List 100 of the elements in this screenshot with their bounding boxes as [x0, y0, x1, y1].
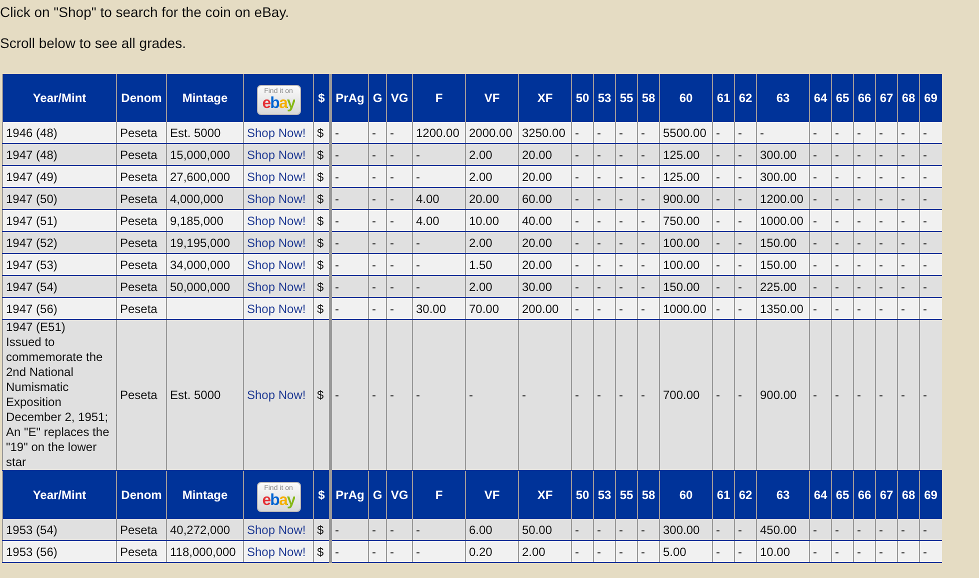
table-cell: - — [854, 144, 876, 166]
table-cell: - — [876, 540, 898, 562]
table-cell: - — [898, 232, 920, 254]
table-cell: - — [832, 298, 854, 320]
table-cell: - — [594, 166, 616, 188]
table-cell: - — [616, 232, 638, 254]
column-header: PrAg — [330, 74, 368, 122]
table-cell: 1947 (48) — [2, 144, 116, 166]
table-cell: 225.00 — [756, 276, 810, 298]
table-cell: - — [330, 122, 368, 144]
column-header: 66 — [854, 470, 876, 519]
table-cell: - — [616, 540, 638, 562]
column-header: XF — [518, 470, 572, 519]
table-cell: - — [594, 122, 616, 144]
shop-link[interactable]: Shop Now! — [247, 388, 306, 402]
table-cell: 1947 (53) — [2, 254, 116, 276]
table-cell: - — [920, 232, 942, 254]
table-cell: - — [594, 232, 616, 254]
table-cell: - — [876, 254, 898, 276]
table-cell: 100.00 — [660, 254, 712, 276]
table-cell: - — [920, 519, 942, 540]
table-cell: $ — [314, 144, 330, 166]
table-cell: - — [330, 232, 368, 254]
table-cell: - — [898, 540, 920, 562]
table-cell: - — [594, 540, 616, 562]
table-cell: - — [572, 232, 594, 254]
column-header: Year/Mint — [2, 470, 116, 519]
table-cell: - — [734, 144, 756, 166]
table-cell: - — [734, 232, 756, 254]
column-header: 69 — [920, 74, 942, 122]
table-cell: - — [594, 320, 616, 470]
column-header: 63 — [756, 470, 810, 519]
column-header: $ — [314, 470, 330, 519]
table-cell: - — [572, 276, 594, 298]
table-cell: - — [832, 519, 854, 540]
column-header: 53 — [594, 470, 616, 519]
table-cell: - — [898, 210, 920, 232]
column-header: Mintage — [166, 74, 244, 122]
table-cell: Est. 5000 — [166, 320, 244, 470]
table-cell: - — [920, 540, 942, 562]
table-cell: 2000.00 — [466, 122, 518, 144]
table-cell: - — [810, 188, 832, 210]
table-cell: - — [876, 122, 898, 144]
column-header: 60 — [660, 74, 712, 122]
table-cell: - — [594, 298, 616, 320]
table-cell: - — [920, 166, 942, 188]
table-cell: - — [368, 254, 386, 276]
table-cell: 5500.00 — [660, 122, 712, 144]
table-cell: Peseta — [116, 276, 166, 298]
table-cell: $ — [314, 540, 330, 562]
table-cell: 125.00 — [660, 166, 712, 188]
table-cell: Peseta — [116, 166, 166, 188]
table-cell: - — [810, 320, 832, 470]
table-cell: - — [832, 166, 854, 188]
table-cell: - — [572, 210, 594, 232]
column-header: 63 — [756, 74, 810, 122]
table-cell: - — [876, 210, 898, 232]
table-cell: - — [898, 188, 920, 210]
table-cell: - — [832, 320, 854, 470]
column-header: G — [368, 74, 386, 122]
table-cell: - — [386, 122, 412, 144]
table-cell: 50,000,000 — [166, 276, 244, 298]
table-cell: 27,600,000 — [166, 166, 244, 188]
table-cell: - — [876, 188, 898, 210]
table-cell: Peseta — [116, 144, 166, 166]
table-cell: 1947 (56) — [2, 298, 116, 320]
table-cell: 20.00 — [518, 232, 572, 254]
table-cell: - — [572, 254, 594, 276]
column-header: 60 — [660, 470, 712, 519]
table-cell: 1953 (56) — [2, 540, 116, 562]
table-cell: - — [638, 254, 660, 276]
table-cell: - — [594, 254, 616, 276]
table-cell: 40.00 — [518, 210, 572, 232]
table-cell: - — [832, 144, 854, 166]
table-cell: - — [368, 540, 386, 562]
table-cell: - — [854, 519, 876, 540]
table-cell: 2.00 — [466, 276, 518, 298]
table-cell: - — [854, 210, 876, 232]
table-cell: 4.00 — [412, 188, 466, 210]
table-cell: - — [638, 519, 660, 540]
table-cell: - — [368, 276, 386, 298]
table-cell: 1947 (50) — [2, 188, 116, 210]
table-cell: - — [712, 166, 734, 188]
table-cell: - — [386, 298, 412, 320]
table-cell: - — [832, 540, 854, 562]
table-cell: 1947 (51) — [2, 210, 116, 232]
column-header: 61 — [712, 74, 734, 122]
table-cell: 4,000,000 — [166, 188, 244, 210]
table-cell: - — [898, 144, 920, 166]
table-cell: 20.00 — [518, 144, 572, 166]
table-cell: - — [712, 144, 734, 166]
table-cell: - — [368, 166, 386, 188]
table-cell: - — [638, 540, 660, 562]
table-cell: - — [810, 519, 832, 540]
table-cell: 70.00 — [466, 298, 518, 320]
table-cell: 34,000,000 — [166, 254, 244, 276]
table-cell: 2.00 — [466, 232, 518, 254]
table-cell: - — [638, 122, 660, 144]
table-cell: 20.00 — [518, 254, 572, 276]
table-cell: - — [876, 519, 898, 540]
